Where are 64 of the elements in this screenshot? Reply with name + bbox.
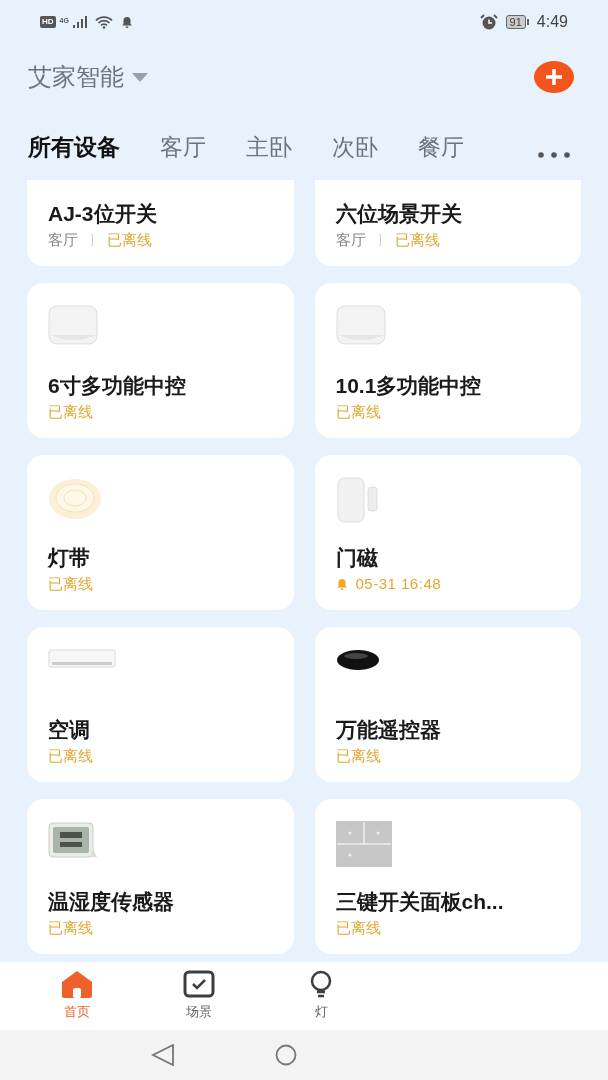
device-card[interactable]: 空调 已离线 xyxy=(27,627,294,782)
home-selector[interactable]: 艾家智能 xyxy=(28,59,148,95)
device-card[interactable]: AJ-3位开关 客厅 已离线 xyxy=(27,180,294,266)
alarm-time: 05-31 16:48 xyxy=(355,573,442,594)
device-name: 空调 xyxy=(48,717,91,743)
device-status: 已离线 xyxy=(335,745,381,766)
air-conditioner-icon xyxy=(48,649,116,669)
device-name: 万能遥控器 xyxy=(335,717,442,743)
room-tab[interactable]: 次卧 xyxy=(332,129,378,165)
device-card[interactable]: 灯带 已离线 xyxy=(27,455,294,610)
device-card[interactable]: 三键开关面板ch... 已离线 xyxy=(314,799,581,954)
puck-icon xyxy=(335,649,380,671)
room-label: 客厅 xyxy=(48,229,78,250)
device-name: 六位场景开关 xyxy=(335,201,463,227)
checkbox-icon xyxy=(183,970,215,999)
door-sensor-icon xyxy=(335,477,380,523)
home-icon xyxy=(61,970,93,999)
device-card[interactable]: 六位场景开关 客厅 已离线 xyxy=(314,180,581,266)
bottom-tab[interactable]: 场景 xyxy=(138,970,260,1022)
add-button[interactable] xyxy=(534,61,574,93)
device-card[interactable]: 门磁 05-31 16:48 xyxy=(314,455,581,610)
device-name: AJ-3位开关 xyxy=(48,201,158,227)
hd-badge: HD xyxy=(40,16,56,28)
device-card[interactable]: 10.1多功能中控 已离线 xyxy=(314,283,581,438)
tablet-icon xyxy=(48,305,98,345)
device-card[interactable]: 温湿度传感器 已离线 xyxy=(27,799,294,954)
device-status: 已离线 xyxy=(48,573,93,594)
switch-panel-icon xyxy=(335,821,392,867)
room-label: 客厅 xyxy=(335,229,366,250)
room-tab[interactable]: 主卧 xyxy=(246,129,292,165)
device-name: 温湿度传感器 xyxy=(48,889,175,915)
lamp-icon xyxy=(48,477,102,521)
battery-indicator: 91 xyxy=(505,15,526,29)
bell-icon xyxy=(120,16,133,28)
home-name: 艾家智能 xyxy=(28,62,124,92)
device-name: 门磁 xyxy=(335,545,379,571)
device-card[interactable]: 万能遥控器 已离线 xyxy=(314,627,581,782)
wifi-icon xyxy=(94,15,113,29)
alarm-icon xyxy=(479,14,498,30)
device-status: 已离线 xyxy=(335,401,381,422)
signal-icon xyxy=(72,16,87,28)
bottom-tab[interactable]: 灯 xyxy=(260,970,382,1022)
back-icon[interactable] xyxy=(151,1044,175,1066)
device-status: 已离线 xyxy=(48,745,93,766)
dropdown-caret-icon xyxy=(132,72,148,82)
device-name: 10.1多功能中控 xyxy=(335,373,483,399)
room-tab[interactable]: 客厅 xyxy=(160,129,206,165)
tablet-icon xyxy=(335,305,386,345)
device-name: 灯带 xyxy=(48,545,91,571)
device-status: 已离线 xyxy=(48,917,93,938)
lcd-display-icon xyxy=(48,821,98,861)
device-status: 已离线 xyxy=(107,229,152,250)
home-circle-icon[interactable] xyxy=(275,1044,297,1066)
clock-time: 4:49 xyxy=(536,12,568,32)
device-card[interactable]: 6寸多功能中控 已离线 xyxy=(27,283,294,438)
device-status: 已离线 xyxy=(394,229,440,250)
device-name: 6寸多功能中控 xyxy=(48,373,187,399)
device-name: 三键开关面板ch... xyxy=(335,889,505,915)
device-status: 已离线 xyxy=(48,401,93,422)
room-tab[interactable]: 所有设备 xyxy=(28,129,120,165)
bottom-tab[interactable]: 首页 xyxy=(16,970,138,1022)
room-tab[interactable]: 餐厅 xyxy=(418,129,464,165)
device-status: 已离线 xyxy=(335,917,381,938)
bell-icon xyxy=(335,578,348,590)
